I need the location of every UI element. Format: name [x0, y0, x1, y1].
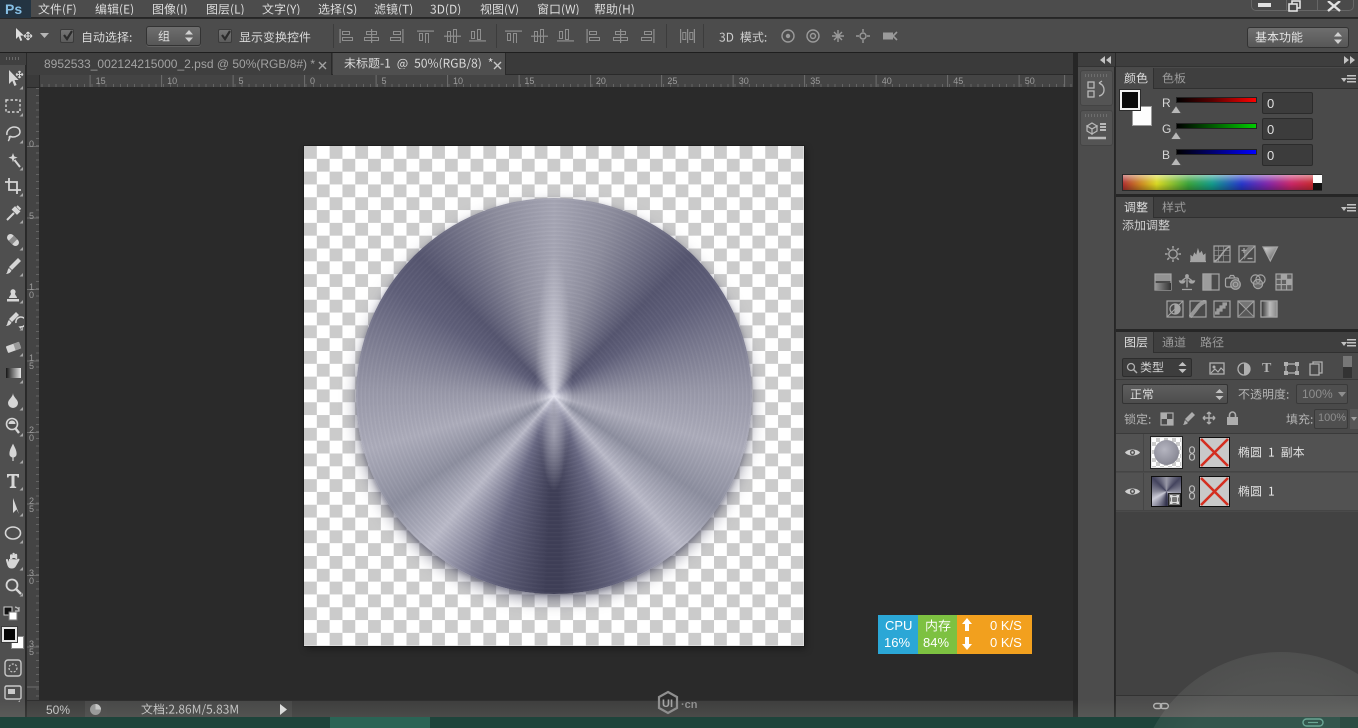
svg-text:·cn: ·cn — [681, 699, 698, 711]
svg-text:UI: UI — [662, 698, 673, 710]
